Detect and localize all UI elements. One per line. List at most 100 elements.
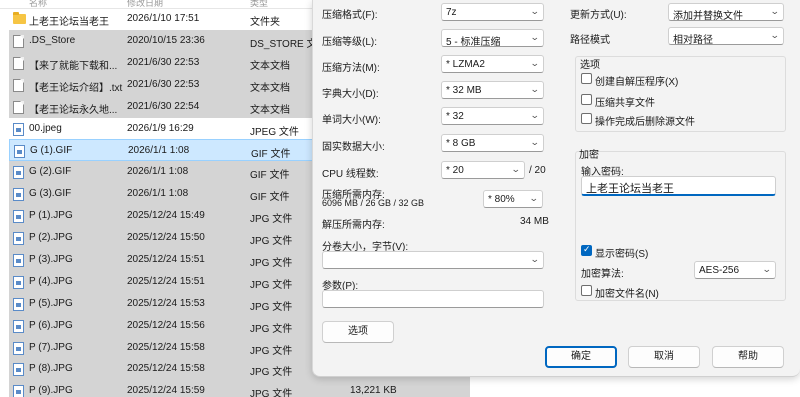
file-type: JPG 文件: [250, 367, 293, 379]
method-select[interactable]: * LZMA2 ⌄: [441, 55, 544, 73]
solid-select[interactable]: * 8 GB ⌄: [441, 134, 544, 152]
image-file-icon: [13, 188, 24, 202]
cpu-label: CPU 线程数:: [322, 169, 379, 180]
chevron-down-icon: ⌄: [762, 264, 773, 274]
image-file-icon: [13, 385, 24, 397]
file-date: 2021/6/30 22:53: [127, 56, 200, 68]
mem-percent-select[interactable]: * 80% ⌄: [483, 190, 543, 208]
file-date: 2026/1/1 1:08: [128, 145, 190, 157]
image-file-icon: [14, 145, 25, 159]
mem-decompress-label: 解压所需内存:: [322, 220, 385, 231]
file-name: 00.jpeg: [29, 122, 62, 134]
sfx-checkbox[interactable]: [581, 73, 592, 84]
file-name: .DS_Store: [29, 34, 76, 46]
file-name: 【老王论坛介绍】.txt: [29, 82, 123, 94]
dict-select[interactable]: * 32 MB ⌄: [441, 81, 544, 99]
file-name: P (6).JPG: [29, 319, 73, 331]
file-date: 2021/6/30 22:53: [127, 78, 200, 90]
text-file-icon: [13, 78, 24, 92]
file-type: JPG 文件: [250, 345, 293, 357]
file-icon: [13, 34, 24, 48]
format-select[interactable]: 7z ⌄: [441, 3, 544, 21]
file-name: 上老王论坛当老王: [29, 17, 109, 28]
file-name: P (9).JPG: [29, 385, 73, 397]
chevron-down-icon: ⌄: [529, 193, 540, 203]
file-date: 2025/12/24 15:58: [127, 363, 205, 375]
folder-icon: [13, 12, 26, 24]
file-date: 2025/12/24 15:50: [127, 232, 205, 243]
file-type: 文本文档: [250, 104, 290, 116]
text-file-icon: [13, 56, 24, 70]
params-input[interactable]: [322, 290, 544, 308]
file-date: 2025/12/24 15:56: [127, 319, 205, 331]
shared-label: 压缩共享文件: [595, 98, 655, 109]
image-file-icon: [13, 166, 24, 180]
volume-combobox[interactable]: ⌄: [322, 251, 544, 269]
cpu-max: / 20: [529, 165, 546, 176]
level-select[interactable]: 5 - 标准压缩 ⌄: [441, 29, 544, 48]
file-name: P (7).JPG: [29, 341, 73, 353]
image-file-icon: [13, 341, 24, 355]
word-select[interactable]: * 32 ⌄: [441, 107, 544, 125]
options-group-title: 选项: [580, 60, 600, 71]
file-name: P (5).JPG: [29, 297, 73, 309]
image-file-icon: [13, 210, 24, 224]
encryption-group-title: 加密: [579, 150, 599, 161]
password-input[interactable]: 上老王论坛当老王: [581, 176, 776, 196]
file-type: JPG 文件: [250, 257, 293, 269]
chevron-down-icon: ⌄: [530, 84, 541, 94]
text-file-icon: [13, 100, 24, 114]
file-type: JPG 文件: [250, 389, 293, 397]
file-type: GIF 文件: [250, 170, 290, 182]
show-password-label: 显示密码(S): [595, 249, 649, 260]
mem-compress-detail: 6096 MB / 26 GB / 32 GB: [322, 198, 425, 208]
file-name: P (3).JPG: [29, 253, 73, 265]
file-date: 2021/6/30 22:54: [127, 100, 200, 112]
path-label: 路径模式: [570, 35, 610, 46]
file-date: 2026/1/1 1:08: [127, 166, 189, 178]
path-select[interactable]: 相对路径 ⌄: [668, 27, 784, 46]
file-row[interactable]: P (9).JPG 2025/12/24 15:59 JPG 文件 13,221 KB: [9, 380, 470, 397]
file-type: 文本文档: [250, 60, 290, 72]
show-password-checkbox[interactable]: [581, 244, 592, 256]
file-date: 2025/12/24 15:53: [127, 297, 205, 309]
encrypt-names-label: 加密文件名(N): [595, 289, 659, 300]
ok-button[interactable]: 确定: [545, 346, 617, 368]
word-label: 单词大小(W):: [322, 115, 381, 126]
format-label: 压缩格式(F):: [322, 10, 378, 21]
file-size: 13,221 KB: [350, 385, 397, 397]
file-name: G (2).GIF: [29, 166, 72, 178]
file-name: G (3).GIF: [29, 188, 72, 200]
mem-decompress-value: 34 MB: [520, 216, 549, 227]
file-type: 文件夹: [250, 17, 280, 28]
cpu-select[interactable]: * 20 ⌄: [441, 161, 525, 179]
file-date: 2025/12/24 15:58: [127, 341, 205, 353]
image-file-icon: [13, 275, 24, 289]
chevron-down-icon: ⌄: [530, 58, 541, 68]
chevron-down-icon: ⌄: [530, 6, 541, 16]
image-file-icon: [13, 232, 24, 245]
cancel-button[interactable]: 取消: [628, 346, 700, 368]
file-type: GIF 文件: [250, 192, 290, 204]
image-file-icon: [13, 363, 24, 377]
file-date: 2026/1/1 1:08: [127, 188, 189, 200]
chevron-down-icon: ⌄: [511, 164, 522, 174]
encryption-method-select[interactable]: AES-256 ⌄: [694, 261, 776, 279]
image-file-icon: [13, 319, 24, 333]
help-button[interactable]: 帮助: [712, 346, 784, 368]
file-date: 2025/12/24 15:59: [127, 385, 205, 397]
chevron-down-icon: ⌄: [530, 137, 541, 147]
solid-label: 固实数据大小:: [322, 142, 385, 153]
file-type: 文本文档: [250, 82, 290, 94]
shared-checkbox[interactable]: [581, 94, 592, 105]
file-name: P (4).JPG: [29, 275, 73, 287]
image-file-icon: [13, 253, 24, 267]
options-button[interactable]: 选项: [322, 321, 394, 343]
dict-label: 字典大小(D):: [322, 89, 379, 100]
delete-source-checkbox[interactable]: [581, 113, 592, 124]
file-type: JPG 文件: [250, 301, 293, 313]
encrypt-names-checkbox[interactable]: [581, 285, 592, 296]
update-select[interactable]: 添加并替换文件 ⌄: [668, 3, 784, 22]
chevron-down-icon: ⌄: [530, 254, 541, 264]
level-label: 压缩等级(L):: [322, 37, 377, 48]
